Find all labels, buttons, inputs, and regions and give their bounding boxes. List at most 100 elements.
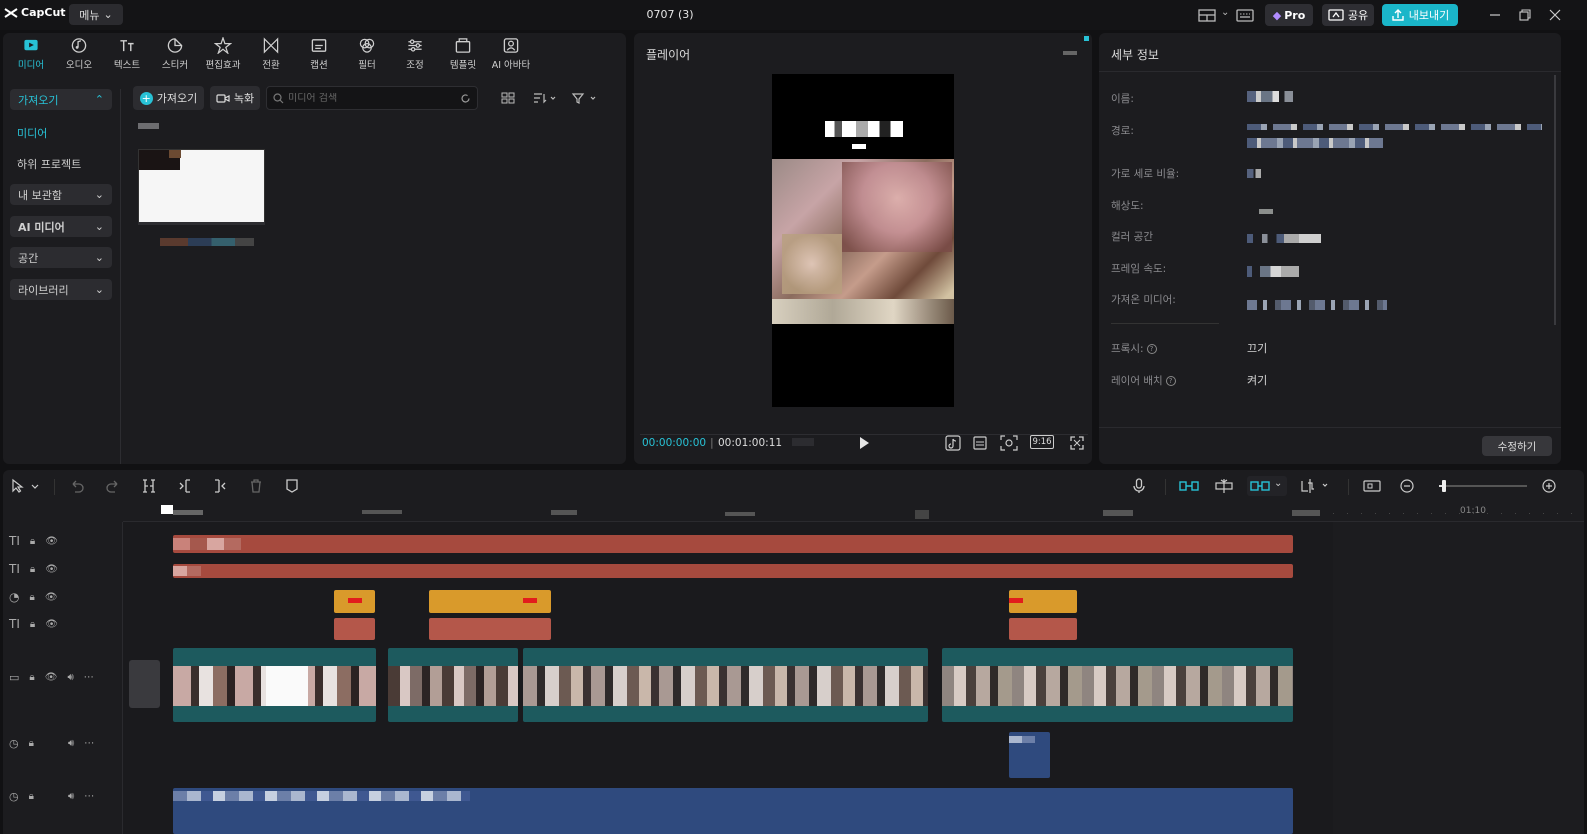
eye-icon[interactable]: 👁︎	[45, 592, 58, 603]
eye-icon[interactable]: 👁︎	[45, 536, 58, 547]
tab-sticker[interactable]: 스티커	[151, 37, 199, 71]
sidebar-ai-media[interactable]: AI 미디어 ⌄	[10, 216, 112, 237]
caption-box-icon[interactable]	[972, 435, 988, 451]
video-clip[interactable]	[173, 648, 376, 722]
value-proxy[interactable]: 끄기	[1247, 340, 1267, 356]
zoom-frame-icon[interactable]	[1000, 435, 1018, 451]
record-button[interactable]: 녹화	[210, 86, 260, 110]
tab-text[interactable]: 텍스트	[103, 37, 151, 71]
sticker-clip[interactable]	[1009, 590, 1077, 613]
timeline-overview-button[interactable]	[792, 438, 814, 446]
redo-icon[interactable]	[105, 478, 121, 494]
undo-icon[interactable]	[69, 478, 85, 494]
text-clip[interactable]	[173, 535, 1293, 553]
thumbnail-toggle-icon[interactable]	[1362, 478, 1382, 494]
trim-right-icon[interactable]	[212, 478, 228, 494]
help-icon[interactable]: ?	[1146, 343, 1157, 354]
export-button[interactable]: 내보내기	[1382, 4, 1458, 26]
cover-thumbnail[interactable]	[129, 660, 160, 708]
grid-view-icon[interactable]	[501, 91, 515, 105]
tab-media[interactable]: 미디어	[7, 37, 55, 71]
minimize-icon[interactable]	[1488, 8, 1502, 22]
text-clip[interactable]	[429, 618, 551, 640]
eye-icon[interactable]: 👁︎	[45, 672, 58, 683]
sidebar-space[interactable]: 공간 ⌄	[10, 247, 112, 268]
pro-button[interactable]: ◆ Pro	[1265, 4, 1313, 26]
menu-button[interactable]: 메뉴 ⌄	[69, 4, 123, 25]
eye-icon[interactable]: 👁︎	[45, 619, 58, 630]
keyboard-icon[interactable]	[1236, 7, 1254, 23]
player-menu-icon[interactable]	[1062, 48, 1078, 58]
text-clip[interactable]	[1009, 618, 1077, 640]
sidebar-item-media[interactable]: 미디어	[17, 125, 47, 141]
sidebar-item-sub-project[interactable]: 하위 프로젝트	[17, 156, 81, 172]
progress-track[interactable]	[640, 434, 1088, 435]
speaker-icon[interactable]: 🔊︎	[68, 738, 74, 749]
text-clip[interactable]	[334, 618, 375, 640]
delete-icon[interactable]	[248, 478, 264, 494]
zoom-out-icon[interactable]	[1399, 478, 1415, 494]
zoom-in-icon[interactable]	[1541, 478, 1557, 494]
details-scrollbar[interactable]	[1554, 75, 1556, 325]
speaker-icon[interactable]: 🔊︎	[67, 672, 73, 683]
split-icon[interactable]	[141, 478, 157, 494]
tab-ai-avatar[interactable]: AI 아바타	[487, 37, 535, 71]
aspect-ratio-button[interactable]: 9:16	[1030, 435, 1054, 449]
tab-template[interactable]: 템플릿	[439, 37, 487, 71]
lock-icon[interactable]: 🔒︎	[30, 536, 35, 547]
lock-icon[interactable]: 🔒︎	[30, 619, 35, 630]
lock-icon[interactable]: 🔒︎	[30, 564, 35, 575]
refresh-icon[interactable]	[460, 93, 471, 104]
eye-icon[interactable]: 👁︎	[45, 564, 58, 575]
media-search[interactable]	[266, 86, 478, 110]
tab-filter[interactable]: 필터	[343, 37, 391, 71]
video-clip[interactable]	[388, 648, 518, 722]
microphone-icon[interactable]	[1131, 478, 1147, 494]
linkage-chevron-icon[interactable]: ⌄	[1274, 478, 1282, 489]
tiktok-icon[interactable]	[945, 435, 961, 451]
sidebar-my-library[interactable]: 내 보관함 ⌄	[10, 184, 112, 205]
marker-icon[interactable]	[284, 478, 300, 494]
tab-adjust[interactable]: 조정	[391, 37, 439, 71]
lock-icon[interactable]: 🔒︎	[29, 672, 34, 683]
share-button[interactable]: 공유	[1322, 4, 1374, 26]
import-button[interactable]: + 가져오기	[133, 86, 204, 110]
sidebar-library[interactable]: 라이브러리 ⌄	[10, 279, 112, 300]
restore-icon[interactable]	[1518, 8, 1532, 22]
preview-axis-icon[interactable]	[1300, 478, 1332, 494]
tab-effects[interactable]: 편집효과	[199, 37, 247, 71]
zoom-slider[interactable]	[1439, 485, 1527, 487]
lock-icon[interactable]: 🔒︎	[29, 592, 34, 603]
select-cursor-icon[interactable]	[10, 478, 40, 494]
play-icon[interactable]	[858, 436, 870, 450]
audio-clip[interactable]	[173, 788, 1293, 834]
tab-caption[interactable]: 캡션	[295, 37, 343, 71]
value-layer[interactable]: 켜기	[1247, 372, 1267, 388]
linkage-icon[interactable]	[1249, 478, 1271, 494]
filter-icon[interactable]	[571, 91, 599, 105]
search-input[interactable]	[288, 92, 456, 104]
lock-icon[interactable]: 🔒︎	[29, 791, 34, 802]
zoom-slider-handle[interactable]	[1442, 480, 1446, 492]
layout-chevron-icon[interactable]: ⌄	[1221, 7, 1229, 18]
sidebar-import-group[interactable]: 가져오기 ⌃	[10, 89, 112, 110]
main-track-magnet-icon[interactable]	[1178, 478, 1200, 494]
auto-snap-icon[interactable]	[1214, 478, 1234, 494]
playhead[interactable]	[161, 505, 173, 514]
video-clip[interactable]	[523, 648, 928, 722]
audio-clip[interactable]	[1009, 732, 1050, 778]
tab-audio[interactable]: 오디오	[55, 37, 103, 71]
video-clip[interactable]	[942, 648, 1293, 722]
fullscreen-icon[interactable]	[1069, 435, 1085, 451]
tab-transition[interactable]: 전환	[247, 37, 295, 71]
edit-button[interactable]: 수정하기	[1482, 436, 1552, 456]
more-icon[interactable]: ⋯	[84, 791, 94, 802]
help-icon[interactable]: ?	[1165, 375, 1176, 386]
lock-icon[interactable]: 🔒︎	[29, 738, 34, 749]
sticker-clip[interactable]	[429, 590, 551, 613]
close-icon[interactable]	[1548, 8, 1562, 22]
media-thumbnail[interactable]	[138, 149, 265, 223]
trim-left-icon[interactable]	[177, 478, 193, 494]
speaker-icon[interactable]: 🔊︎	[68, 791, 74, 802]
sticker-clip[interactable]	[334, 590, 375, 613]
